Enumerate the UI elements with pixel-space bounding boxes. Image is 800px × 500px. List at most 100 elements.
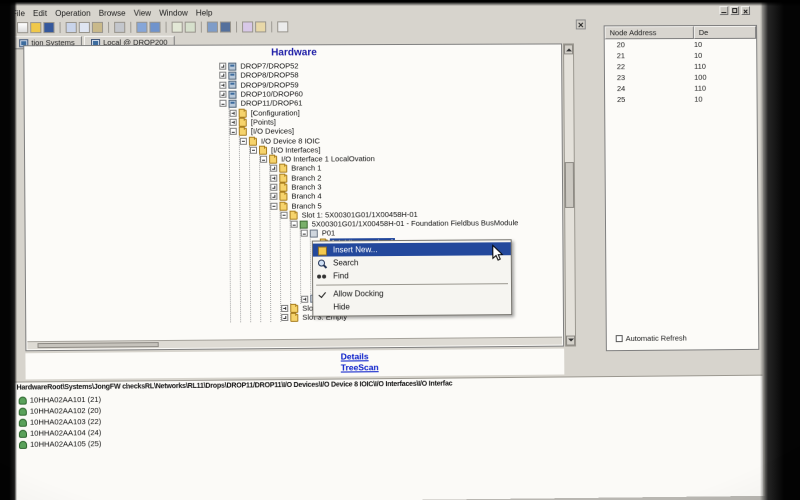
folder-icon — [279, 193, 287, 201]
collapse-icon[interactable] — [219, 100, 226, 107]
device-cell: 100 — [694, 72, 756, 83]
collapse-icon[interactable] — [240, 137, 247, 144]
wizard-icon[interactable] — [255, 21, 266, 32]
paste-icon[interactable] — [92, 22, 103, 33]
toolbar-separator — [130, 22, 131, 33]
tree-icon[interactable] — [172, 22, 183, 33]
find-icon — [317, 271, 327, 281]
redo-icon[interactable] — [149, 22, 160, 33]
tree-node-label: Branch 2 — [289, 173, 323, 182]
device-cell: 110 — [694, 83, 756, 94]
expand-icon[interactable] — [281, 314, 288, 321]
drop-icon — [228, 62, 236, 70]
binocular-icon[interactable] — [220, 21, 231, 32]
menu-item-file[interactable]: File — [12, 9, 25, 18]
menu-item-operation[interactable]: Operation — [55, 9, 91, 18]
menu-item-browse[interactable]: Browse — [99, 9, 126, 18]
cut-icon[interactable] — [66, 22, 77, 33]
output-item-label: 10HHA02AA105 (25) — [30, 439, 101, 449]
expand-icon[interactable] — [219, 63, 226, 70]
expand-icon[interactable] — [219, 81, 226, 88]
collapse-icon[interactable] — [250, 147, 257, 154]
filter-icon[interactable] — [242, 21, 253, 32]
table-row[interactable]: 22110 — [605, 61, 757, 73]
collapse-icon[interactable] — [291, 221, 298, 228]
close-icon[interactable] — [741, 6, 750, 15]
panel-title: Hardware — [24, 46, 561, 59]
collapse-icon[interactable] — [281, 212, 288, 219]
minimize-icon[interactable] — [719, 6, 728, 15]
collapse-icon[interactable] — [270, 202, 277, 209]
collapse-icon[interactable] — [260, 156, 267, 163]
table-header-row: Node Address De — [605, 26, 757, 39]
folder-icon — [279, 165, 287, 173]
open-icon[interactable] — [30, 22, 41, 33]
print-icon[interactable] — [114, 22, 125, 33]
table-body: 201021102211023100241102510 — [605, 39, 757, 105]
context-menu: Insert New...SearchFindAllow DockingHide — [312, 239, 512, 316]
node-address-cell: 23 — [605, 72, 694, 83]
automatic-refresh-checkbox[interactable] — [616, 335, 623, 342]
expand-icon[interactable] — [270, 165, 277, 172]
expand-icon[interactable] — [219, 72, 226, 79]
node-address-cell: 24 — [605, 83, 694, 94]
expand-icon[interactable] — [281, 305, 288, 312]
vertical-scrollbar-thumb[interactable] — [565, 162, 574, 208]
device-cell: 10 — [694, 39, 756, 50]
tree-node-label: [Configuration] — [249, 108, 302, 117]
context-menu-label: Insert New... — [333, 245, 378, 254]
expand-icon[interactable] — [270, 184, 277, 191]
expand-icon[interactable] — [230, 119, 237, 126]
folder-icon — [259, 146, 267, 154]
table-row[interactable]: 2010 — [605, 39, 757, 50]
table-row[interactable]: 2110 — [605, 50, 757, 61]
table-row[interactable]: 2510 — [605, 93, 757, 105]
window-controls — [719, 6, 750, 15]
toolbar-close-icon[interactable] — [576, 19, 586, 29]
menu-separator — [316, 283, 508, 285]
save-icon[interactable] — [43, 22, 54, 33]
expand-icon[interactable] — [219, 91, 226, 98]
help-icon[interactable] — [277, 21, 288, 32]
context-menu-item-hide[interactable]: Hide — [313, 299, 511, 314]
treescan-link[interactable]: TreeScan — [341, 361, 565, 374]
tree-node-label: [Points] — [249, 117, 278, 126]
column-header-device[interactable]: De — [694, 26, 756, 39]
menu-item-help[interactable]: Help — [196, 9, 213, 18]
toolbar-separator — [271, 21, 272, 32]
automatic-refresh-control: Automatic Refresh — [616, 334, 687, 344]
module-icon — [300, 220, 308, 228]
folder-icon — [239, 128, 247, 136]
copy-icon[interactable] — [79, 22, 90, 33]
expand-icon[interactable] — [270, 193, 277, 200]
mouse-cursor — [492, 244, 505, 263]
column-header-node-address[interactable]: Node Address — [605, 26, 694, 39]
horizontal-scrollbar-thumb[interactable] — [37, 342, 158, 348]
menu-item-view[interactable]: View — [134, 9, 151, 18]
expand-icon[interactable] — [270, 174, 277, 181]
photo-backdrop: FileEditOperationBrowseViewWindowHelp ti… — [0, 0, 800, 500]
search-icon — [317, 258, 327, 268]
collapse-icon[interactable] — [230, 128, 237, 135]
maximize-icon[interactable] — [730, 6, 739, 15]
folder-icon — [249, 137, 257, 145]
menu-item-window[interactable]: Window — [159, 9, 188, 18]
scroll-down-icon[interactable] — [566, 336, 575, 346]
tree-node-label: [I/O Devices] — [249, 127, 296, 136]
new-icon[interactable] — [17, 22, 28, 33]
collapse-icon[interactable] — [301, 230, 308, 237]
toolbar-separator — [166, 22, 167, 33]
vertical-scrollbar[interactable] — [563, 43, 576, 346]
scroll-up-icon[interactable] — [564, 44, 573, 54]
view-links: DetailsTreeScan — [25, 349, 564, 380]
search-icon[interactable] — [207, 22, 218, 33]
expand-icon[interactable] — [230, 109, 237, 116]
context-menu-item-find[interactable]: Find — [313, 268, 511, 282]
undo-icon[interactable] — [136, 22, 147, 33]
menu-item-edit[interactable]: Edit — [33, 9, 47, 18]
table-row[interactable]: 23100 — [605, 72, 757, 84]
fieldbus-device-icon — [19, 418, 27, 426]
grid-icon[interactable] — [185, 22, 196, 33]
table-row[interactable]: 24110 — [605, 83, 757, 95]
expand-icon[interactable] — [301, 295, 308, 302]
